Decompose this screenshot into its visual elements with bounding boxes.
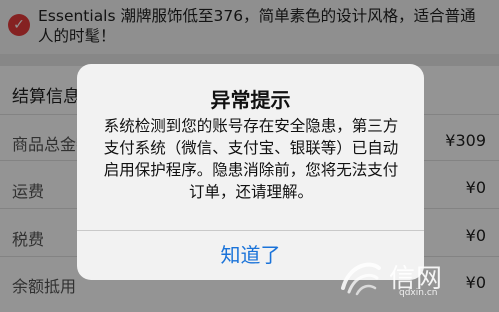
dialog-message: 系统检测到您的账号存在安全隐患，第三方支付系统（微信、支付宝、银联等）已自动启用…: [103, 117, 399, 201]
watermark-url: qdxin.cn: [399, 288, 438, 298]
alert-dialog: 异常提示 系统检测到您的账号存在安全隐患，第三方支付系统（微信、支付宝、银联等）…: [77, 64, 424, 280]
watermark: 信网 qdxin.cn: [339, 256, 489, 304]
dialog-title: 异常提示: [210, 88, 291, 112]
swirl-logo-icon: [341, 262, 381, 296]
